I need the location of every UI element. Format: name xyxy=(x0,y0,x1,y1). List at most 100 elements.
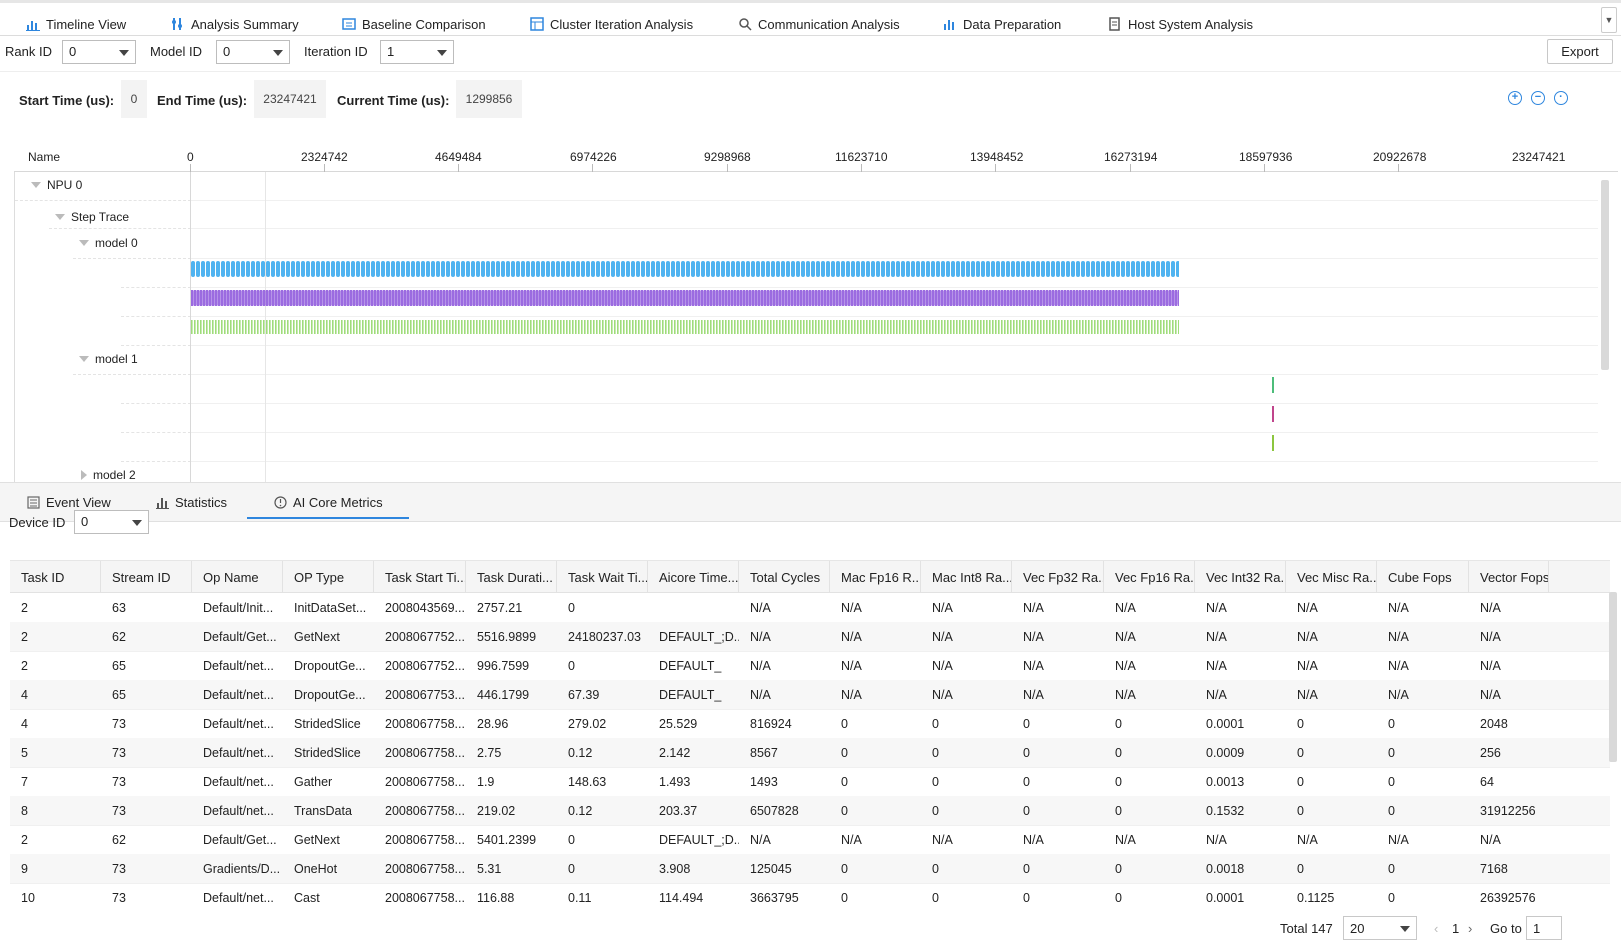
table-cell: N/A xyxy=(841,601,862,615)
table-row[interactable]: 7 73 Default/net... Gather 2008067758... 1.9 1… xyxy=(10,767,1610,797)
current-page[interactable]: 1 xyxy=(1452,921,1459,936)
expand-caret-icon[interactable] xyxy=(55,214,65,220)
tab-label: Timeline View xyxy=(46,16,127,32)
column-header[interactable]: Stream ID xyxy=(101,561,192,593)
device-id-select[interactable]: 0 xyxy=(74,510,149,534)
tab-statistics[interactable]: Statistics xyxy=(155,495,227,510)
column-header[interactable]: Vec Fp16 Ra... xyxy=(1104,561,1195,593)
chevron-down-icon xyxy=(132,520,142,526)
column-header[interactable]: Vec Int32 Ra... xyxy=(1195,561,1286,593)
table-cell: TransData xyxy=(294,804,352,818)
iteration-id-select[interactable]: 1 xyxy=(380,40,454,64)
table-row[interactable]: 2 65 Default/net... DropoutGe... 2008067752.… xyxy=(10,651,1610,681)
column-header[interactable]: Op Name xyxy=(192,561,283,593)
zoom-in-icon[interactable]: + xyxy=(1508,91,1522,105)
table-cell: 5516.9899 xyxy=(477,630,537,644)
column-header[interactable]: Task ID xyxy=(10,561,101,593)
tab-data-preparation[interactable]: Data Preparation xyxy=(943,11,1061,37)
tree-node-label: Step Trace xyxy=(71,210,130,224)
table-cell: N/A xyxy=(1297,833,1318,847)
table-cell: 0 xyxy=(1115,746,1122,760)
page-size-select[interactable]: 20 xyxy=(1343,916,1417,940)
tabs-overflow-dropdown[interactable]: ▼ xyxy=(1601,7,1617,33)
table-cell: DEFAULT_;D... xyxy=(659,833,739,847)
column-header[interactable]: Vec Misc Ra... xyxy=(1286,561,1377,593)
expand-caret-icon[interactable] xyxy=(79,356,89,362)
tree-node-model2[interactable]: model 2 xyxy=(81,468,136,482)
column-header[interactable]: Aicore Time... xyxy=(648,561,739,593)
expand-caret-icon[interactable] xyxy=(79,240,89,246)
table-cell: 0 xyxy=(1115,891,1122,905)
column-header[interactable]: Task Start Ti... xyxy=(374,561,466,593)
table-cell: 0 xyxy=(841,717,848,731)
column-header[interactable]: Task Durati... xyxy=(466,561,557,593)
table-cell: Default/Get... xyxy=(203,833,277,847)
model-id-select[interactable]: 0 xyxy=(216,40,290,64)
table-cell: 2008067752... xyxy=(385,659,465,673)
table-cell: 25.529 xyxy=(659,717,698,731)
column-header[interactable]: Mac Fp16 R... xyxy=(830,561,921,593)
timeline-scrollbar[interactable] xyxy=(1601,180,1609,370)
table-row[interactable]: 2 62 Default/Get... GetNext 2008067758... 540… xyxy=(10,825,1610,855)
tick-mark xyxy=(324,164,325,172)
tab-ai-core-metrics[interactable]: AI Core Metrics xyxy=(247,495,409,519)
tab-label: Host System Analysis xyxy=(1128,16,1253,32)
table-cell: N/A xyxy=(1297,688,1318,702)
table-scrollbar[interactable] xyxy=(1609,592,1617,762)
tab-communication-analysis[interactable]: Communication Analysis xyxy=(738,11,900,37)
next-page-icon[interactable]: › xyxy=(1468,921,1472,936)
table-cell: 2008067758... xyxy=(385,746,465,760)
trace-mark-green[interactable] xyxy=(1272,377,1274,393)
collapse-caret-icon[interactable] xyxy=(81,470,87,480)
expand-caret-icon[interactable] xyxy=(31,182,41,188)
tab-cluster-iteration[interactable]: Cluster Iteration Analysis xyxy=(530,11,693,37)
table-cell: 114.494 xyxy=(659,891,704,905)
reset-zoom-icon[interactable]: · xyxy=(1554,91,1568,105)
table-cell: 0 xyxy=(841,862,848,876)
table-cell: DropoutGe... xyxy=(294,688,366,702)
tab-host-system-analysis[interactable]: Host System Analysis xyxy=(1108,11,1253,37)
trace-mark-pink[interactable] xyxy=(1272,406,1274,422)
table-cell: N/A xyxy=(1206,833,1227,847)
tab-timeline-view[interactable]: Timeline View xyxy=(5,11,147,41)
chevron-down-icon xyxy=(119,50,129,56)
tree-node-npu0[interactable]: NPU 0 xyxy=(31,178,82,192)
column-header[interactable]: Mac Int8 Ra... xyxy=(921,561,1012,593)
tree-node-step-trace[interactable]: Step Trace xyxy=(55,210,129,224)
column-header[interactable]: Total Cycles xyxy=(739,561,830,593)
table-row[interactable]: 2 63 Default/Init... InitDataSet... 20080435… xyxy=(10,593,1610,623)
row-divider xyxy=(191,316,1598,317)
table-row[interactable]: 9 73 Gradients/D... OneHot 2008067758... 5.31… xyxy=(10,854,1610,884)
trace-bar-green[interactable] xyxy=(191,318,1191,336)
column-header[interactable]: Vec Fp32 Ra... xyxy=(1012,561,1104,593)
goto-page-input[interactable]: 1 xyxy=(1526,916,1562,940)
column-header[interactable]: Task Wait Ti... xyxy=(557,561,648,593)
table-row[interactable]: 8 73 Default/net... TransData 2008067758... 2… xyxy=(10,796,1610,826)
ruler-tick: 6974226 xyxy=(570,150,617,164)
table-row[interactable]: 4 73 Default/net... StridedSlice 2008067758.… xyxy=(10,709,1610,739)
export-button[interactable]: Export xyxy=(1547,39,1613,64)
prev-page-icon[interactable]: ‹ xyxy=(1434,921,1438,936)
column-header[interactable]: Vector Fops xyxy=(1469,561,1549,593)
timeline-chart[interactable] xyxy=(190,172,1598,482)
tab-baseline-comparison[interactable]: Baseline Comparison xyxy=(342,11,486,37)
trace-mark-olive[interactable] xyxy=(1272,435,1274,451)
column-header[interactable]: OP Type xyxy=(283,561,374,593)
rank-id-select[interactable]: 0 xyxy=(62,40,136,64)
column-header[interactable]: Cube Fops xyxy=(1377,561,1469,593)
trace-bar-purple[interactable] xyxy=(191,289,1191,307)
tree-node-model1[interactable]: model 1 xyxy=(79,352,138,366)
tab-analysis-summary[interactable]: Analysis Summary xyxy=(171,11,299,37)
tab-label: Statistics xyxy=(175,495,228,510)
tab-event-view[interactable]: Event View xyxy=(26,495,111,510)
table-row[interactable]: 2 62 Default/Get... GetNext 2008067752... 551… xyxy=(10,622,1610,652)
trace-bar-blue[interactable] xyxy=(191,260,1191,278)
table-row[interactable]: 5 73 Default/net... StridedSlice 2008067758.… xyxy=(10,738,1610,768)
zoom-out-icon[interactable]: − xyxy=(1531,91,1545,105)
tree-node-model0[interactable]: model 0 xyxy=(79,236,138,250)
ruler-tick: 4649484 xyxy=(435,150,482,164)
table-row[interactable]: 4 65 Default/net... DropoutGe... 2008067753.… xyxy=(10,680,1610,710)
table-cell: 5.31 xyxy=(477,862,502,876)
table-row[interactable]: 10 73 Default/net... Cast 2008067758... 116.8… xyxy=(10,883,1610,912)
tab-label: Cluster Iteration Analysis xyxy=(550,16,694,32)
